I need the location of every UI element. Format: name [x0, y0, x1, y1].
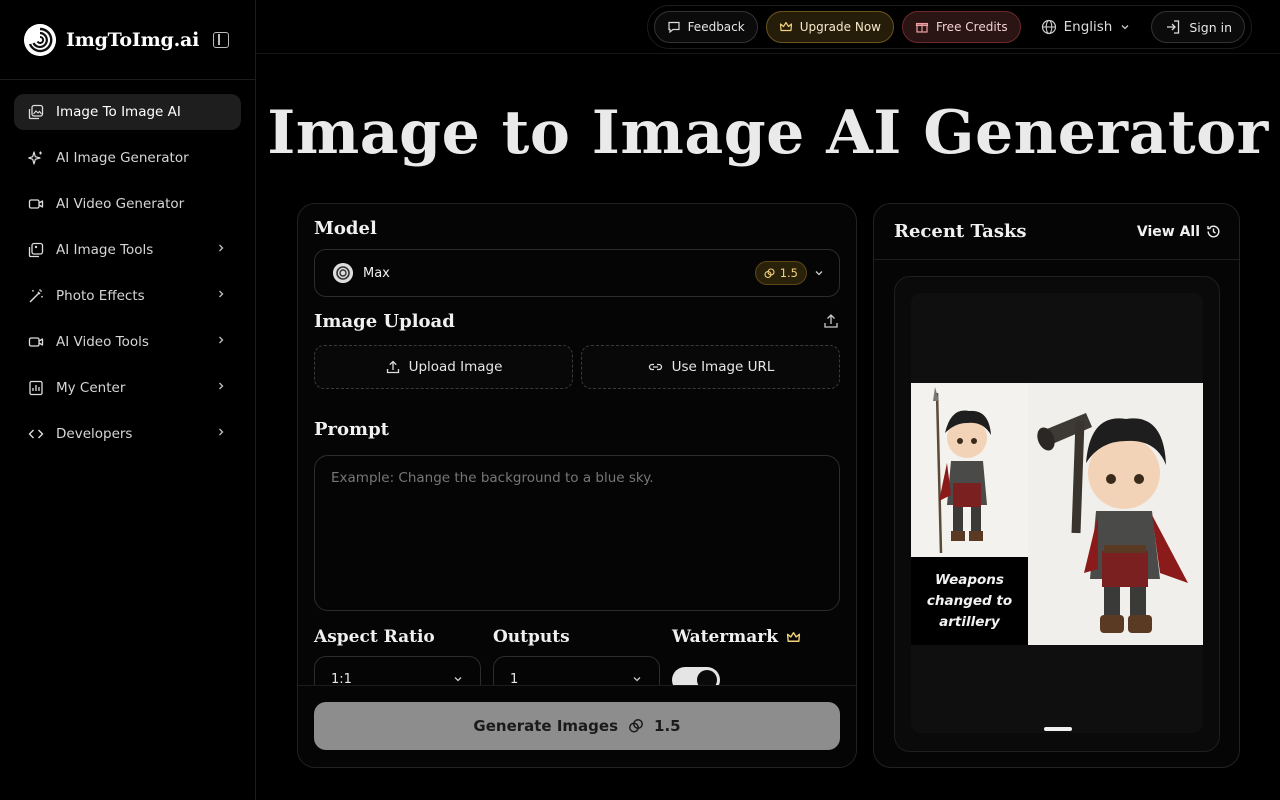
coin-icon: [629, 719, 643, 733]
feedback-label: Feedback: [687, 20, 745, 34]
task-preview-image[interactable]: Weapons changed to artillery: [911, 383, 1203, 645]
model-cost-badge: 1.5: [754, 261, 807, 285]
sidebar-item-label: Image To Image AI: [56, 104, 181, 120]
link-icon: [648, 363, 662, 370]
sidebar-item-label: AI Video Tools: [56, 334, 149, 350]
crown-icon: [786, 631, 801, 642]
free-credits-label: Free Credits: [935, 20, 1008, 34]
generate-label: Generate Images: [473, 717, 619, 735]
image-upload-label: Image Upload: [314, 311, 455, 332]
generate-cost: 1.5: [654, 717, 681, 735]
page-title: Image to Image AI Generator: [267, 98, 1269, 168]
sidebar-item-ai-video-tools[interactable]: AI Video Tools: [14, 324, 241, 360]
sidebar-item-ai-image-generator[interactable]: AI Image Generator: [14, 140, 241, 176]
model-label: Model: [314, 218, 377, 239]
image-edit-icon: [28, 104, 44, 120]
chevron-right-icon: [215, 426, 227, 442]
history-icon: [1207, 225, 1220, 238]
watermark-label: Watermark: [672, 627, 778, 647]
model-value: Max: [363, 265, 390, 281]
message-icon: [667, 21, 680, 34]
sidebar-collapse-icon[interactable]: [213, 31, 230, 48]
sidebar-item-label: Developers: [56, 426, 133, 442]
recent-tasks-header: Recent Tasks View All: [874, 204, 1239, 260]
recent-tasks-title: Recent Tasks: [894, 221, 1027, 242]
chevron-down-icon: [815, 271, 823, 276]
dashboard-icon: [28, 380, 44, 396]
sidebar-item-label: Photo Effects: [56, 288, 145, 304]
preview-original: Weapons changed to artillery: [911, 383, 1028, 645]
recent-tasks-card: Recent Tasks View All Weapons changed to…: [873, 203, 1240, 768]
watermark-label-group: Watermark: [672, 627, 801, 647]
generate-images-button[interactable]: Generate Images 1.5: [314, 702, 840, 750]
preview-caption: Weapons changed to artillery: [911, 557, 1028, 645]
chevron-down-icon: [633, 677, 641, 682]
use-image-url-label: Use Image URL: [671, 359, 775, 375]
task-preview-frame[interactable]: Weapons changed to artillery: [894, 276, 1220, 752]
sidebar-item-my-center[interactable]: My Center: [14, 370, 241, 406]
top-actions: Feedback Upgrade Now Free Credits Englis…: [646, 5, 1252, 49]
view-all-label: View All: [1136, 223, 1200, 240]
magic-wand-icon: [28, 288, 44, 304]
chevron-right-icon: [215, 334, 227, 350]
form-footer: Generate Images 1.5: [298, 685, 856, 767]
model-select[interactable]: Max 1.5: [314, 249, 840, 297]
upgrade-label: Upgrade Now: [799, 20, 881, 34]
sidebar-item-ai-image-tools[interactable]: AI Image Tools: [14, 232, 241, 268]
view-all-button[interactable]: View All: [1137, 224, 1221, 240]
model-cost: 1.5: [779, 266, 798, 280]
sidebar-item-label: AI Image Tools: [56, 242, 154, 258]
chevron-down-icon: [1121, 25, 1129, 30]
outputs-label: Outputs: [493, 627, 570, 647]
chevron-right-icon: [215, 380, 227, 396]
brand-header: ImgToImg.ai: [0, 0, 255, 80]
aspect-ratio-label: Aspect Ratio: [314, 627, 435, 647]
edited-character-image: [1028, 383, 1203, 645]
gift-icon: [915, 22, 929, 33]
upgrade-button[interactable]: Upgrade Now: [765, 11, 894, 43]
sidebar-item-label: My Center: [56, 380, 126, 396]
feedback-button[interactable]: Feedback: [653, 11, 758, 43]
sidebar-item-photo-effects[interactable]: Photo Effects: [14, 278, 241, 314]
sidebar-item-image-to-image-ai[interactable]: Image To Image AI: [14, 94, 241, 130]
sidebar-item-label: AI Video Generator: [56, 196, 185, 212]
sidebar-item-label: AI Image Generator: [56, 150, 189, 166]
crown-icon: [779, 21, 792, 32]
carousel-indicator[interactable]: [1044, 727, 1072, 731]
coin-icon: [764, 267, 775, 278]
generator-form-card: Model Max 1.5 Image Upload Upload Image …: [297, 203, 857, 768]
model-logo-icon: [333, 263, 353, 283]
language-selector[interactable]: English: [1029, 11, 1144, 43]
brand-logo[interactable]: [24, 23, 56, 56]
sidebar-nav: Image To Image AI AI Image Generator AI Vi…: [0, 80, 255, 476]
chevron-down-icon: [454, 677, 462, 682]
sign-in-button[interactable]: Sign in: [1151, 11, 1245, 43]
sidebar-item-ai-video-generator[interactable]: AI Video Generator: [14, 186, 241, 222]
original-character-image: [911, 383, 1028, 557]
prompt-label: Prompt: [314, 419, 389, 440]
sign-in-label: Sign in: [1189, 19, 1232, 35]
chevron-right-icon: [215, 288, 227, 304]
sidebar: ImgToImg.ai Image To Image AI AI Image Ge…: [0, 0, 256, 800]
code-icon: [28, 426, 44, 442]
video-icon: [28, 334, 44, 350]
upload-image-label: Upload Image: [408, 359, 503, 375]
upload-image-button[interactable]: Upload Image: [314, 345, 573, 389]
language-label: English: [1063, 19, 1113, 35]
upload-icon: [386, 360, 399, 374]
brand-name[interactable]: ImgToImg.ai: [66, 29, 199, 51]
globe-icon: [1041, 19, 1056, 35]
login-icon: [1167, 20, 1180, 34]
free-credits-button[interactable]: Free Credits: [901, 11, 1021, 43]
sparkles-icon: [28, 150, 44, 166]
share-upload-icon[interactable]: [822, 312, 840, 330]
images-icon: [28, 242, 44, 258]
video-icon: [28, 196, 44, 212]
chevron-right-icon: [215, 242, 227, 258]
use-image-url-button[interactable]: Use Image URL: [581, 345, 840, 389]
top-bar: Feedback Upgrade Now Free Credits Englis…: [256, 0, 1280, 54]
sidebar-item-developers[interactable]: Developers: [14, 416, 241, 452]
prompt-input[interactable]: [314, 455, 840, 611]
